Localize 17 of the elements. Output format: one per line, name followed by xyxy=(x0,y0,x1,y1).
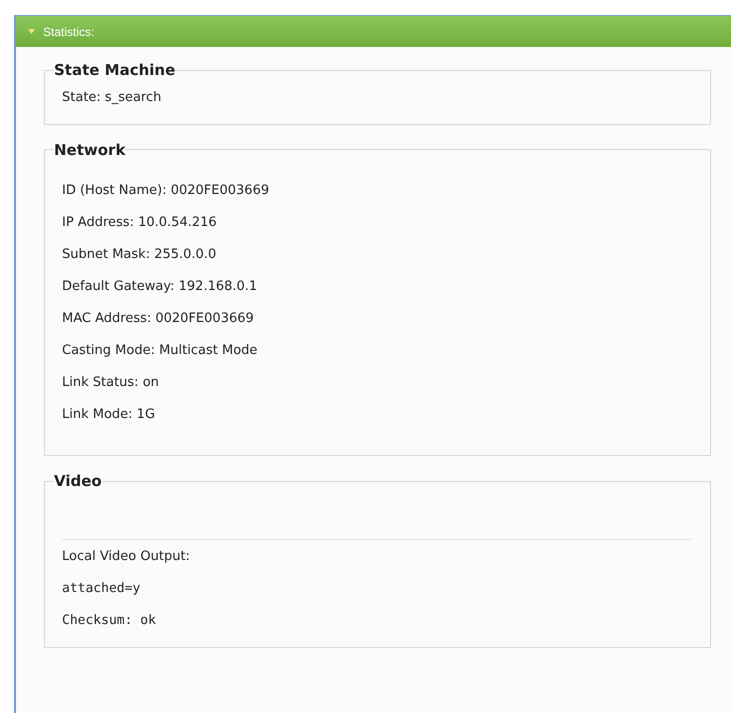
info-line: Local Video Output: xyxy=(62,548,190,566)
info-line: Default Gateway: 192.168.0.1 xyxy=(62,278,258,296)
info-line: Link Status: on xyxy=(62,374,159,392)
info-line: State: s_search xyxy=(62,88,162,107)
info-line: Link Mode: 1G xyxy=(62,406,156,424)
info-line: Checksum: ok xyxy=(62,612,156,630)
section-title: Network xyxy=(54,140,126,160)
info-line: MAC Address: 0020FE003669 xyxy=(62,310,254,328)
info-line: IP Address: 10.0.54.216 xyxy=(62,214,217,232)
info-line: Subnet Mask: 255.0.0.0 xyxy=(62,246,216,264)
section-title: State Machine xyxy=(54,60,176,81)
info-line: Casting Mode: Multicast Mode xyxy=(62,342,258,360)
section-title: Video xyxy=(54,471,102,492)
caret-icon xyxy=(28,29,35,34)
info-line: attached=y xyxy=(62,580,140,598)
panel-header[interactable]: Statistics: xyxy=(16,16,731,47)
info-line: ID (Host Name): 0020FE003669 xyxy=(62,182,270,200)
